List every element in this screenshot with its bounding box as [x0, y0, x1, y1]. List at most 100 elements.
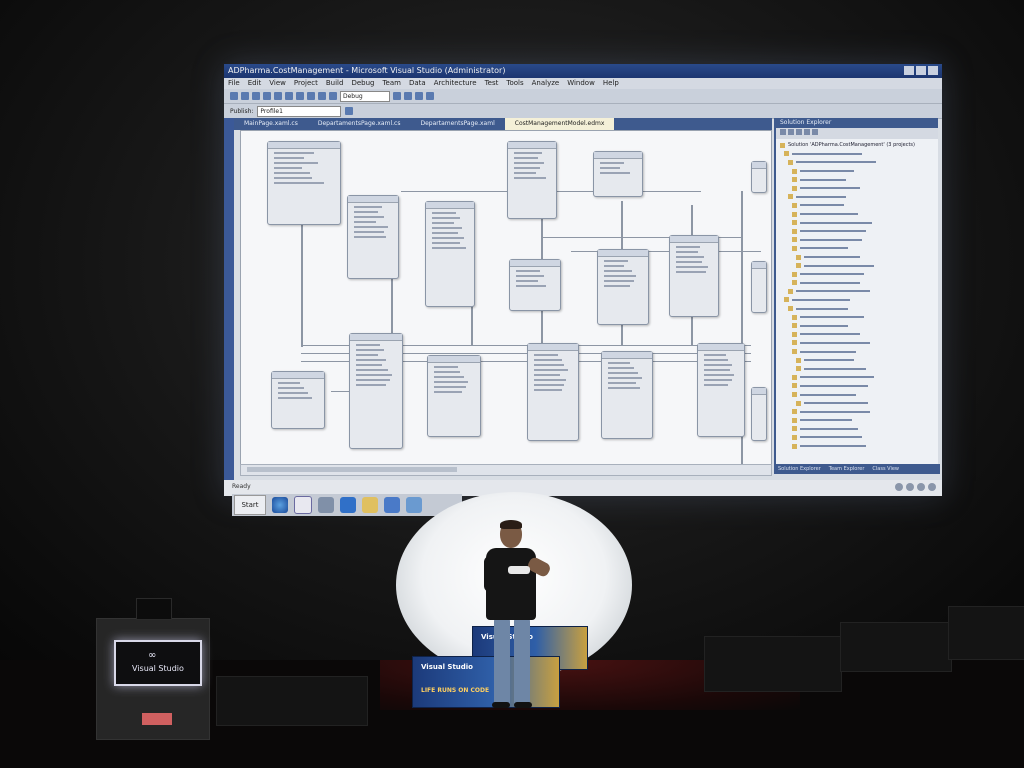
minimize-button[interactable]: [904, 66, 914, 75]
menu-item-data[interactable]: Data: [409, 78, 426, 89]
tree-item[interactable]: [780, 201, 934, 210]
tree-item[interactable]: [780, 364, 934, 373]
tree-item[interactable]: [780, 330, 934, 339]
new-project-icon[interactable]: [230, 92, 238, 100]
scrollbar-thumb[interactable]: [247, 467, 457, 472]
tree-item[interactable]: [780, 313, 934, 322]
tree-item[interactable]: [780, 339, 934, 348]
tab-team-explorer[interactable]: Team Explorer: [829, 464, 865, 474]
tree-item[interactable]: [780, 416, 934, 425]
tree-item[interactable]: [780, 304, 934, 313]
tree-item[interactable]: [780, 373, 934, 382]
tree-item[interactable]: [780, 261, 934, 270]
tree-item[interactable]: [780, 227, 934, 236]
save-all-icon[interactable]: [263, 92, 271, 100]
tree-item[interactable]: [780, 175, 934, 184]
menu-item-help[interactable]: Help: [603, 78, 619, 89]
show-all-files-icon[interactable]: [788, 129, 794, 135]
save-icon[interactable]: [252, 92, 260, 100]
tab-solution-explorer[interactable]: Solution Explorer: [778, 464, 821, 474]
tree-item[interactable]: [780, 425, 934, 434]
tree-item[interactable]: [780, 399, 934, 408]
menu-item-debug[interactable]: Debug: [351, 78, 374, 89]
close-button[interactable]: [928, 66, 938, 75]
tray-icon[interactable]: [906, 483, 914, 491]
menu-item-test[interactable]: Test: [485, 78, 499, 89]
tab-departamentspage-xaml-cs[interactable]: DepartamentsPage.xaml.cs: [308, 118, 411, 130]
solution-config-select[interactable]: Debug: [340, 90, 390, 102]
entity-box[interactable]: [669, 235, 719, 317]
toolbox-icon[interactable]: [426, 92, 434, 100]
zune-icon[interactable]: [340, 497, 356, 513]
menu-item-view[interactable]: View: [269, 78, 286, 89]
tree-item[interactable]: [780, 321, 934, 330]
entity-box[interactable]: [425, 201, 475, 307]
properties-icon[interactable]: [415, 92, 423, 100]
menu-item-team[interactable]: Team: [382, 78, 401, 89]
tree-item[interactable]: [780, 193, 934, 202]
entity-box[interactable]: [347, 195, 399, 279]
tray-icon[interactable]: [928, 483, 936, 491]
app-icon[interactable]: [406, 497, 422, 513]
paste-icon[interactable]: [296, 92, 304, 100]
tree-item[interactable]: [780, 279, 934, 288]
view-designer-icon[interactable]: [812, 129, 818, 135]
refresh-icon[interactable]: [796, 129, 802, 135]
cut-icon[interactable]: [274, 92, 282, 100]
tree-item[interactable]: [780, 287, 934, 296]
remote-desktop-icon[interactable]: [384, 497, 400, 513]
tree-item[interactable]: [780, 253, 934, 262]
tree-root[interactable]: Solution 'ADPharma.CostManagement' (3 pr…: [780, 141, 934, 150]
solution-explorer-icon[interactable]: [404, 92, 412, 100]
tray-icon[interactable]: [917, 483, 925, 491]
entity-box[interactable]: [271, 371, 325, 429]
entity-box[interactable]: [601, 351, 653, 439]
view-code-icon[interactable]: [804, 129, 810, 135]
tree-item[interactable]: [780, 158, 934, 167]
tree-item[interactable]: [780, 270, 934, 279]
tray-icon[interactable]: [895, 483, 903, 491]
tree-item[interactable]: [780, 390, 934, 399]
menu-item-project[interactable]: Project: [294, 78, 318, 89]
menu-item-build[interactable]: Build: [326, 78, 344, 89]
entity-box[interactable]: [507, 141, 557, 219]
publish-profile-select[interactable]: Profile1: [257, 105, 342, 117]
properties-icon[interactable]: [780, 129, 786, 135]
tree-item[interactable]: [780, 167, 934, 176]
tree-item[interactable]: [780, 442, 934, 451]
tab-mainpage-xaml-cs[interactable]: MainPage.xaml.cs: [234, 118, 308, 130]
publish-icon[interactable]: [345, 107, 354, 115]
find-icon[interactable]: [393, 92, 401, 100]
tree-item[interactable]: [780, 433, 934, 442]
menu-item-analyze[interactable]: Analyze: [532, 78, 560, 89]
entity-box[interactable]: [527, 343, 579, 441]
open-icon[interactable]: [241, 92, 249, 100]
menu-item-edit[interactable]: Edit: [248, 78, 262, 89]
tree-item[interactable]: [780, 382, 934, 391]
maximize-button[interactable]: [916, 66, 926, 75]
menu-item-architecture[interactable]: Architecture: [434, 78, 477, 89]
tree-item[interactable]: [780, 244, 934, 253]
entity-box[interactable]: [349, 333, 403, 449]
undo-icon[interactable]: [307, 92, 315, 100]
start-debug-icon[interactable]: [329, 92, 337, 100]
tab-class-view[interactable]: Class View: [872, 464, 899, 474]
entity-box[interactable]: [267, 141, 341, 225]
tree-item[interactable]: [780, 356, 934, 365]
folder-icon[interactable]: [362, 497, 378, 513]
entity-box[interactable]: [751, 387, 767, 441]
network-icon[interactable]: [318, 497, 334, 513]
tree-item[interactable]: [780, 347, 934, 356]
entity-box[interactable]: [751, 261, 767, 313]
menu-item-tools[interactable]: Tools: [506, 78, 523, 89]
tree-item[interactable]: [780, 407, 934, 416]
internet-explorer-icon[interactable]: [272, 497, 288, 513]
entity-box[interactable]: [697, 343, 745, 437]
redo-icon[interactable]: [318, 92, 326, 100]
entity-model-designer[interactable]: [240, 130, 772, 466]
tab-costmanagementmodel-edmx[interactable]: CostManagementModel.edmx: [504, 118, 615, 130]
entity-box[interactable]: [751, 161, 767, 193]
visual-studio-icon[interactable]: [294, 496, 312, 514]
tree-item[interactable]: [780, 218, 934, 227]
menu-item-window[interactable]: Window: [567, 78, 595, 89]
